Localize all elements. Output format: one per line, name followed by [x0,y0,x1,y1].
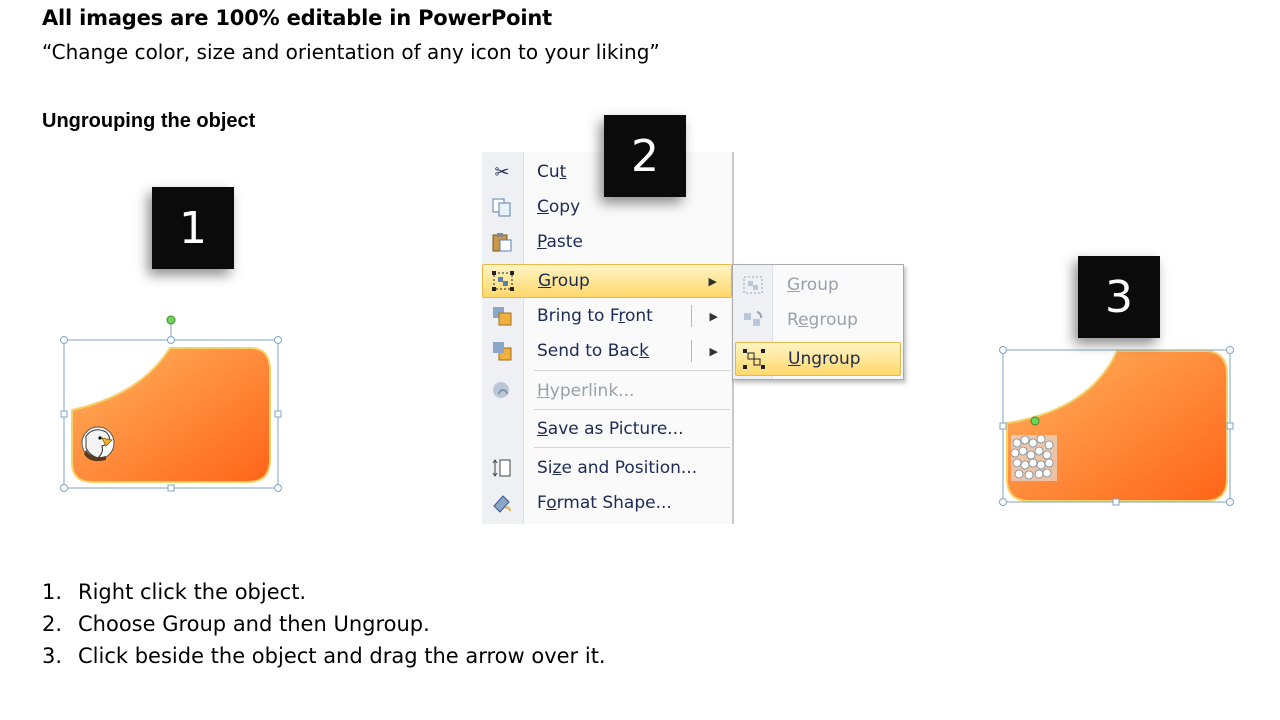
submenu-item-ungroup[interactable]: Ungroup [735,342,901,376]
menu-item-save-as-picture[interactable]: Save as Picture... [482,412,732,446]
instruction-item: 1. Right click the object. [42,580,307,604]
rotate-handle [166,315,176,325]
step-3-badge: 3 [1078,256,1160,338]
group-submenu: Group Regroup Ungroup [732,264,904,380]
menu-item-format-shape[interactable]: Format Shape... [482,486,732,520]
send-to-back-icon [488,337,516,365]
ungroup-icon [740,345,768,373]
menu-item-bring-to-front[interactable]: Bring to Front ▶ [482,299,732,333]
menu-item-group[interactable]: Group ▶ [482,264,732,298]
menu-item-hyperlink[interactable]: Hyperlink... [482,374,732,408]
ungrouped-shape-3[interactable] [995,335,1245,515]
bring-to-front-icon [488,302,516,330]
menu-separator [534,447,730,448]
group-icon [739,271,767,299]
section-heading: Ungrouping the object [42,110,256,132]
page-title: All images are 100% editable in PowerPoi… [42,6,552,30]
group-icon [489,267,517,295]
split-divider [691,305,692,327]
submenu-arrow-icon: ▶ [708,274,717,288]
grouped-shape-1[interactable] [50,310,300,500]
menu-item-size-and-position[interactable]: Size and Position... [482,451,732,485]
paste-icon [488,228,516,256]
context-menu: ✂ Cut Copy Paste Group ▶ Bring to Front … [482,152,734,524]
menu-separator [534,370,730,371]
menu-separator [534,409,730,410]
format-shape-icon [488,489,516,517]
regroup-icon [739,306,767,334]
hyperlink-icon [488,377,516,405]
step-2-badge: 2 [604,115,686,197]
submenu-item-group[interactable]: Group [735,268,901,302]
instruction-item: 2. Choose Group and then Ungroup. [42,612,430,636]
copy-icon [488,193,516,221]
step-1-badge: 1 [152,187,234,269]
scissors-icon: ✂ [494,161,510,183]
submenu-item-regroup[interactable]: Regroup [735,303,901,337]
page-subtitle: “Change color, size and orientation of a… [42,40,660,64]
menu-item-send-to-back[interactable]: Send to Back ▶ [482,334,732,368]
submenu-arrow-icon[interactable]: ▶ [710,345,718,358]
submenu-arrow-icon[interactable]: ▶ [710,310,718,323]
menu-item-paste[interactable]: Paste [482,225,732,259]
size-position-icon [488,454,516,482]
split-divider [691,340,692,362]
instruction-list: 1. Right click the object. 2. Choose Gro… [42,576,606,672]
instruction-item: 3. Click beside the object and drag the … [42,644,606,668]
